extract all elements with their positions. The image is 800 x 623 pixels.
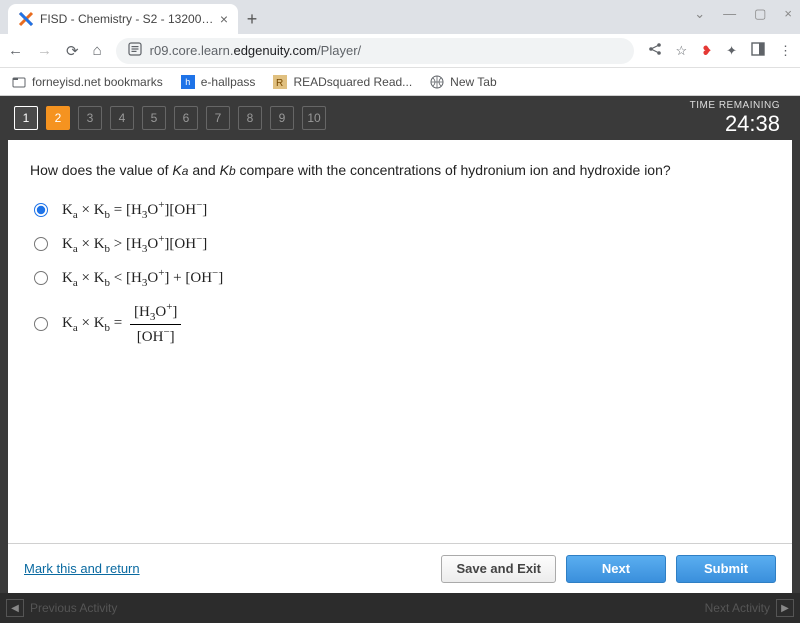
- timer-label: TIME REMAINING: [690, 100, 780, 111]
- option-4[interactable]: Ka × Kb = [H3O+][OH−]: [30, 301, 770, 346]
- bookmark-forneyisd[interactable]: forneyisd.net bookmarks: [12, 75, 163, 89]
- question-nav-7[interactable]: 7: [206, 106, 230, 130]
- activity-nav: ◀ Previous Activity Next Activity ▶: [0, 593, 800, 623]
- close-window-icon[interactable]: ×: [784, 6, 792, 22]
- mark-and-return-link[interactable]: Mark this and return: [24, 561, 140, 576]
- home-button[interactable]: ⌂: [93, 42, 102, 59]
- arrow-left-icon: ◀: [6, 599, 24, 617]
- browser-tab-bar: FISD - Chemistry - S2 - 132000 - I × + ⌄…: [0, 0, 800, 34]
- site-info-icon[interactable]: [128, 42, 142, 59]
- bookmark-readsquared[interactable]: R READsquared Read...: [273, 75, 412, 89]
- question-nav-10[interactable]: 10: [302, 106, 326, 130]
- question-nav-3[interactable]: 3: [78, 106, 102, 130]
- question-prompt: How does the value of Ka and Kb compare …: [30, 160, 770, 181]
- extensions-icon[interactable]: ✦: [726, 43, 737, 59]
- question-nav-5[interactable]: 5: [142, 106, 166, 130]
- question-nav-4[interactable]: 4: [110, 106, 134, 130]
- timer: TIME REMAINING 24:38: [690, 100, 780, 137]
- option-1-equation: Ka × Kb = [H3O+][OH−]: [62, 199, 207, 221]
- svg-text:R: R: [276, 78, 283, 89]
- edgenuity-app: 1 2 3 4 5 6 7 8 9 10 TIME REMAINING 24:3…: [0, 96, 800, 623]
- browser-tab[interactable]: FISD - Chemistry - S2 - 132000 - I ×: [8, 4, 238, 34]
- arrow-right-icon: ▶: [776, 599, 794, 617]
- timer-value: 24:38: [690, 111, 780, 137]
- bookmarks-bar: forneyisd.net bookmarks h e-hallpass R R…: [0, 68, 800, 96]
- maximize-icon[interactable]: ▢: [754, 6, 766, 22]
- globe-icon: [430, 75, 444, 89]
- next-activity-button[interactable]: Next Activity ▶: [705, 599, 794, 617]
- new-tab-button[interactable]: +: [238, 4, 266, 34]
- close-tab-icon[interactable]: ×: [220, 11, 228, 27]
- reload-button[interactable]: ⟳: [66, 42, 79, 60]
- tab-favicon: [18, 11, 34, 27]
- previous-activity-button[interactable]: ◀ Previous Activity: [6, 599, 117, 617]
- content-panel: How does the value of Ka and Kb compare …: [8, 140, 792, 593]
- share-icon[interactable]: [648, 42, 662, 59]
- question-nav-8[interactable]: 8: [238, 106, 262, 130]
- option-3-radio[interactable]: [34, 271, 48, 285]
- question-nav-6[interactable]: 6: [174, 106, 198, 130]
- question-footer: Mark this and return Save and Exit Next …: [8, 543, 792, 593]
- option-2[interactable]: Ka × Kb > [H3O+][OH−]: [30, 233, 770, 255]
- extension-pin-icon[interactable]: ❥: [701, 43, 712, 59]
- folder-icon: [12, 75, 26, 89]
- forward-button[interactable]: →: [37, 42, 52, 59]
- url-text: r09.core.learn.edgenuity.com/Player/: [150, 43, 362, 58]
- submit-button[interactable]: Submit: [676, 555, 776, 583]
- question-nav-9[interactable]: 9: [270, 106, 294, 130]
- question-nav: 1 2 3 4 5 6 7 8 9 10 TIME REMAINING 24:3…: [0, 96, 800, 140]
- window-controls: ⌄ — ▢ ×: [694, 6, 792, 22]
- option-1[interactable]: Ka × Kb = [H3O+][OH−]: [30, 199, 770, 221]
- back-button[interactable]: ←: [8, 42, 23, 59]
- option-1-radio[interactable]: [34, 203, 48, 217]
- side-panel-icon[interactable]: [751, 42, 765, 59]
- chevron-down-icon[interactable]: ⌄: [694, 6, 705, 22]
- readsquared-icon: R: [273, 75, 287, 89]
- option-3-equation: Ka × Kb < [H3O+] + [OH−]: [62, 267, 223, 289]
- toolbar-extensions: ☆ ❥ ✦ ⋮: [648, 42, 792, 59]
- question-nav-1[interactable]: 1: [14, 106, 38, 130]
- tab-title: FISD - Chemistry - S2 - 132000 - I: [40, 12, 214, 26]
- question-area: How does the value of Ka and Kb compare …: [8, 140, 792, 543]
- bookmark-ehallpass[interactable]: h e-hallpass: [181, 75, 256, 89]
- bookmark-star-icon[interactable]: ☆: [676, 43, 688, 59]
- minimize-icon[interactable]: —: [723, 6, 736, 22]
- bookmark-newtab[interactable]: New Tab: [430, 75, 496, 89]
- option-4-radio[interactable]: [34, 317, 48, 331]
- option-2-equation: Ka × Kb > [H3O+][OH−]: [62, 233, 207, 255]
- menu-icon[interactable]: ⋮: [779, 43, 792, 59]
- url-field[interactable]: r09.core.learn.edgenuity.com/Player/: [116, 38, 634, 64]
- save-exit-button[interactable]: Save and Exit: [441, 555, 556, 583]
- ehallpass-icon: h: [181, 75, 195, 89]
- option-2-radio[interactable]: [34, 237, 48, 251]
- next-button[interactable]: Next: [566, 555, 666, 583]
- option-3[interactable]: Ka × Kb < [H3O+] + [OH−]: [30, 267, 770, 289]
- option-4-equation: Ka × Kb = [H3O+][OH−]: [62, 301, 181, 346]
- question-nav-2[interactable]: 2: [46, 106, 70, 130]
- address-bar: ← → ⟳ ⌂ r09.core.learn.edgenuity.com/Pla…: [0, 34, 800, 68]
